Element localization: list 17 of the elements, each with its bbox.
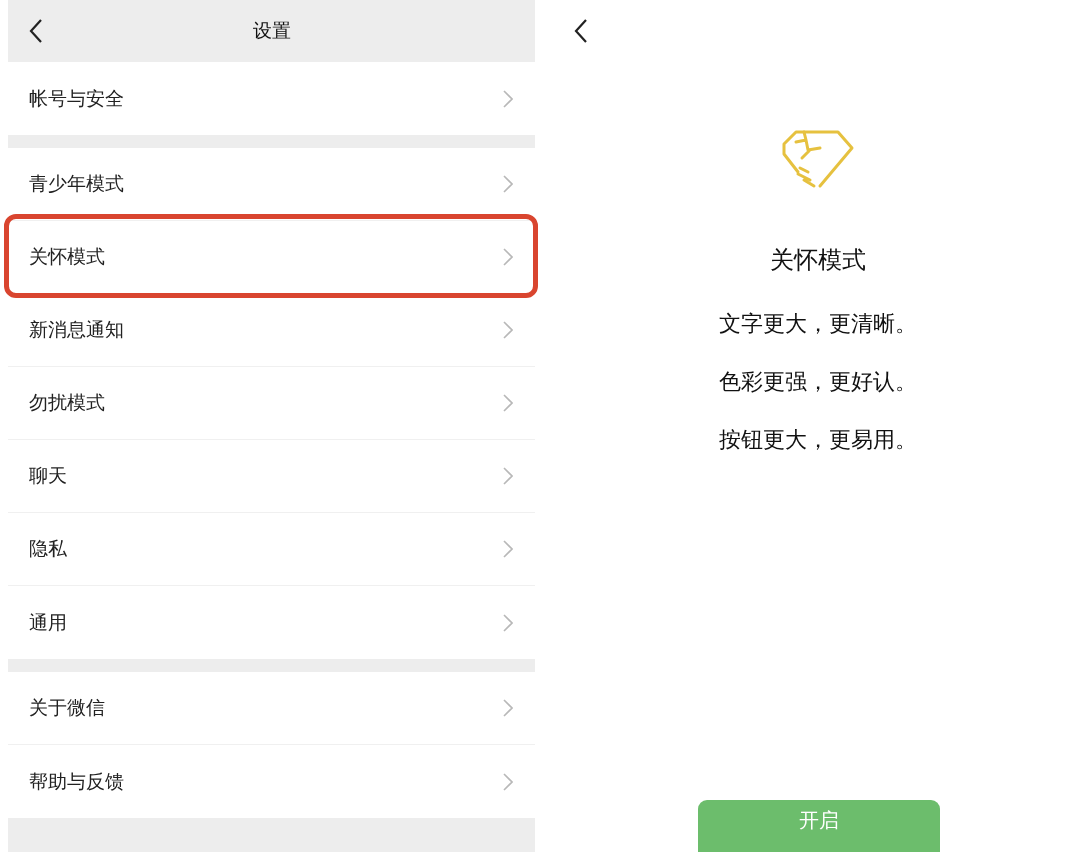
feature-text: 文字更大，更清晰。 [718,310,917,338]
chevron-icon [503,467,513,485]
chevron-icon [503,89,513,108]
back-icon[interactable] [573,18,589,44]
chevron-icon [503,772,513,791]
chevron-icon [503,540,513,558]
chevron-icon [503,699,513,717]
feature-text: 色彩更强，更好认。 [718,368,917,396]
chevron-icon [503,394,513,412]
chevron-icon [503,321,513,339]
back-icon[interactable] [28,18,44,44]
chevron-icon [503,248,513,266]
chevron-icon [503,175,513,193]
page-title: 设置 [252,18,291,43]
chevron-icon [503,613,513,632]
feature-text: 按钮更大，更易用。 [718,426,917,454]
mode-title: 关怀模式 [769,245,866,276]
